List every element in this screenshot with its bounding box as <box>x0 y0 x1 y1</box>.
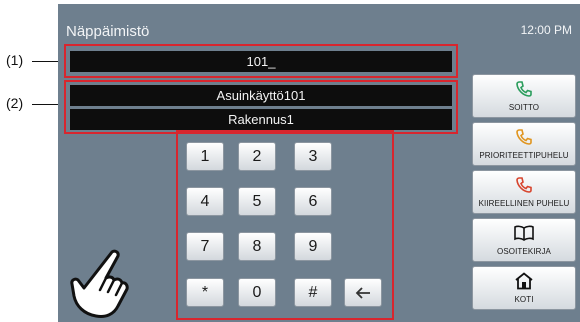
call-button[interactable]: SOITTO <box>472 74 576 118</box>
callout-2-label: (2) <box>6 95 24 111</box>
key-4[interactable]: 4 <box>186 187 224 216</box>
key-9[interactable]: 9 <box>294 232 332 261</box>
book-icon <box>514 225 534 241</box>
phone-icon <box>516 129 532 145</box>
phone-icon <box>516 81 532 97</box>
key-6[interactable]: 6 <box>294 187 332 216</box>
intercom-screen: Näppäimistö 12:00 PM 101_ Asuinkäyttö101… <box>58 4 580 322</box>
urgent-call-button[interactable]: KIIREELLINEN PUHELU <box>472 170 576 214</box>
home-button-label: KOTI <box>514 295 534 304</box>
clock: 12:00 PM <box>520 23 572 37</box>
callout-2-line <box>32 104 58 105</box>
key-1[interactable]: 1 <box>186 142 224 171</box>
key-5[interactable]: 5 <box>238 187 276 216</box>
resident-name-display: Asuinkäyttö101 <box>70 85 452 106</box>
key-7[interactable]: 7 <box>186 232 224 261</box>
call-button-label: SOITTO <box>508 103 540 112</box>
number-input-display[interactable]: 101_ <box>70 51 452 72</box>
urgent-call-button-label: KIIREELLINEN PUHELU <box>478 199 570 208</box>
key-8[interactable]: 8 <box>238 232 276 261</box>
key-star[interactable]: * <box>186 278 224 307</box>
home-icon <box>515 272 533 290</box>
home-button[interactable]: KOTI <box>472 266 576 310</box>
callout-1-label: (1) <box>6 52 24 68</box>
priority-call-button-label: PRIORITEETTIPUHELU <box>479 151 569 160</box>
address-book-button-label: OSOITEKIRJA <box>497 247 551 256</box>
key-0[interactable]: 0 <box>238 278 276 307</box>
key-hash[interactable]: # <box>294 278 332 307</box>
callout-1-line <box>32 61 58 62</box>
building-name-display: Rakennus1 <box>70 109 452 130</box>
pointing-hand-icon <box>70 249 129 318</box>
key-3[interactable]: 3 <box>294 142 332 171</box>
priority-call-button[interactable]: PRIORITEETTIPUHELU <box>472 122 576 166</box>
key-2[interactable]: 2 <box>238 142 276 171</box>
backspace-button[interactable] <box>344 278 382 307</box>
address-book-button[interactable]: OSOITEKIRJA <box>472 218 576 262</box>
page-title: Näppäimistö <box>66 23 150 40</box>
arrow-left-icon <box>355 287 370 299</box>
phone-icon <box>516 177 532 193</box>
